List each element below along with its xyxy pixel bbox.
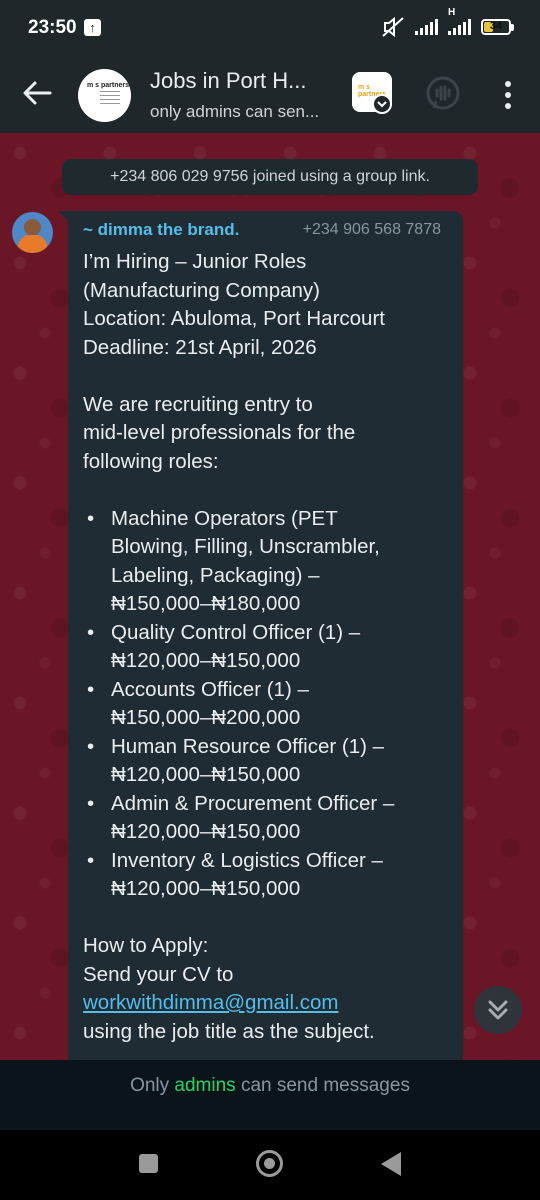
role-salary: ₦120,000–₦150,000 [111,877,301,900]
group-avatar[interactable]: m s partners [78,69,131,122]
apply-tail: using the job title as the subject. [83,1019,375,1043]
group-title[interactable]: Jobs in Port H... [150,68,350,94]
status-time: 23:50 [28,17,77,38]
role-line: Quality Control Officer (1) – [111,620,361,644]
role-line: Accounts Officer (1) – [111,677,309,701]
message-bubble[interactable]: ~ dimma the brand. +234 906 568 7878 I’m… [68,211,463,1060]
notice-prefix: Only [130,1075,175,1096]
headline-line: I’m Hiring – Junior Roles [83,250,307,273]
bullet: • [87,848,95,872]
status-bar: 23:50 ↑ H 34 [0,0,540,58]
role-line: Labeling, Packaging) – [111,563,320,587]
double-chevron-down-icon [488,1000,508,1020]
back-arrow-icon[interactable] [20,76,54,110]
role-item: • Quality Control Officer (1) – ₦120,000… [83,619,453,676]
role-salary: ₦120,000–₦150,000 [111,763,301,786]
system-message: +234 806 029 9756 joined using a group l… [62,159,478,195]
role-item: • Admin & Procurement Officer – ₦120,000… [83,790,453,847]
chevron-down-icon [372,94,392,114]
apply-heading: How to Apply: [83,934,209,957]
bullet: • [87,677,95,701]
voice-chat-icon[interactable] [424,74,462,112]
role-salary: ₦120,000–₦150,000 [111,649,301,672]
role-line: Blowing, Filling, Unscrambler, [111,535,380,558]
role-line: Admin & Procurement Officer – [111,791,395,815]
intro-line: mid-level professionals for the [83,421,356,444]
bullet: • [87,506,95,530]
status-icons: H 34 [381,7,514,38]
upload-icon: ↑ [84,19,101,36]
bullet: • [87,734,95,758]
apply-line: Send your CV to [83,962,234,986]
more-vert-icon[interactable] [498,78,518,112]
battery-icon: 34 [481,19,514,35]
avatar-logo: m s partners [87,82,130,89]
role-line: Human Resource Officer (1) – [111,734,385,758]
message-text: I’m Hiring – Junior Roles (Manufacturing… [83,248,453,1046]
role-line: Machine Operators (PET [111,506,338,530]
sender-phone: +234 906 568 7878 [302,221,441,238]
signal-icon-2 [448,19,471,35]
intro-line: We are recruiting entry to [83,392,313,416]
role-item: • Human Resource Officer (1) – ₦120,000–… [83,733,453,790]
network-type: H [448,7,471,35]
role-item: • Machine Operators (PET Blowing, Fillin… [83,505,453,619]
group-badge[interactable]: m s partners [352,72,392,114]
role-salary: ₦150,000–₦200,000 [111,706,301,729]
role-salary: ₦120,000–₦150,000 [111,820,301,843]
home-icon[interactable] [256,1150,283,1177]
notice-suffix: can send messages [235,1075,410,1096]
system-nav-bar [0,1130,540,1200]
mute-icon [382,16,404,38]
signal-icon [415,19,438,35]
role-line: Inventory & Logistics Officer – [111,848,383,872]
recents-icon[interactable] [139,1154,158,1173]
role-item: • Accounts Officer (1) – ₦150,000–₦200,0… [83,676,453,733]
chat-area[interactable]: +234 806 029 9756 joined using a group l… [0,133,540,1060]
role-item: • Inventory & Logistics Officer – ₦120,0… [83,847,453,904]
role-salary: ₦150,000–₦180,000 [111,592,301,615]
headline-line: Deadline: 21st April, 2026 [83,335,317,359]
bullet: • [87,620,95,644]
avatar-logo-lines [100,91,120,107]
group-subtitle[interactable]: only admins can sen... [150,102,350,122]
sender-avatar[interactable] [12,212,53,253]
bullet: • [87,791,95,815]
chat-header: m s partners Jobs in Port H... only admi… [0,58,540,133]
scroll-down-button[interactable] [474,986,522,1034]
sender-name[interactable]: ~ dimma the brand. [83,220,239,240]
admins-only-notice: Only admins can send messages [0,1060,540,1130]
nav-back-icon[interactable] [381,1152,401,1176]
email-link[interactable]: workwithdimma@gmail.com [83,991,338,1014]
headline-line: (Manufacturing Company) [83,278,320,302]
battery-level: 34 [489,20,503,32]
intro-line: following roles: [83,449,219,473]
notice-admins[interactable]: admins [174,1075,235,1096]
headline-line: Location: Abuloma, Port Harcourt [83,307,385,330]
